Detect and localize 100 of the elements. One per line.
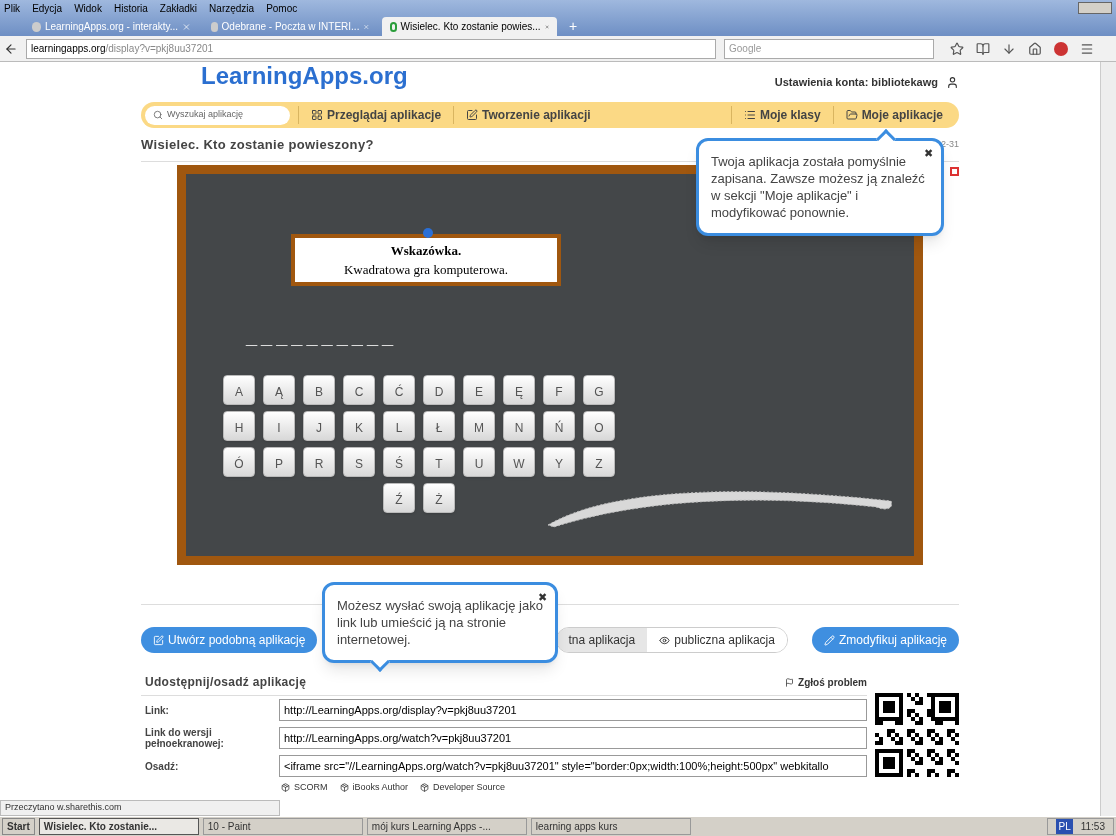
home-icon[interactable]: [1028, 41, 1042, 56]
letter-key[interactable]: S: [343, 447, 375, 477]
letter-key[interactable]: W: [503, 447, 535, 477]
report-link[interactable]: Zgłoś problem: [785, 674, 867, 690]
letter-key[interactable]: M: [463, 411, 495, 441]
taskbar-item[interactable]: Wisielec. Kto zostanie...: [38, 818, 199, 835]
create-similar-button[interactable]: Utwórz podobną aplikację: [141, 627, 318, 653]
letter-key[interactable]: E: [463, 375, 495, 405]
menu-item[interactable]: Edycja: [32, 0, 63, 16]
clock: 11:53: [1080, 820, 1105, 834]
letter-key[interactable]: P: [263, 447, 295, 477]
letter-key[interactable]: Ń: [543, 411, 575, 441]
share-heading: Udostępnij/osadź aplikację: [145, 674, 307, 691]
bookmark-star-icon[interactable]: [950, 41, 964, 56]
favicon-icon: [390, 21, 397, 32]
letter-key[interactable]: D: [423, 375, 455, 405]
letter-key[interactable]: L: [383, 411, 415, 441]
tab-title: Wisielec. Kto zostanie powies...: [400, 20, 541, 34]
letter-key[interactable]: O: [583, 411, 615, 441]
export-link[interactable]: Developer Source: [420, 781, 506, 795]
list-icon: [743, 109, 756, 121]
export-link[interactable]: SCORM: [281, 781, 328, 795]
letter-key[interactable]: C: [343, 375, 375, 405]
letter-key[interactable]: Ż: [423, 483, 455, 513]
letter-key[interactable]: T: [423, 447, 455, 477]
menu-icon[interactable]: [1080, 41, 1094, 56]
letter-key[interactable]: Y: [543, 447, 575, 477]
letter-key[interactable]: H: [223, 411, 255, 441]
menu-item[interactable]: Plik: [4, 0, 21, 16]
tab-title: Odebrane - Poczta w INTERI...: [221, 20, 360, 34]
word-blanks: __________: [246, 326, 398, 346]
hint-text: Kwadratowa gra komputerowa.: [343, 261, 509, 279]
search-field[interactable]: Wyszukaj aplikację: [145, 105, 290, 125]
menu-item[interactable]: Zakładki: [159, 0, 198, 16]
language-indicator[interactable]: PL: [1056, 819, 1073, 834]
start-button[interactable]: Start: [2, 818, 35, 835]
flag-icon: [785, 677, 795, 687]
nav-link[interactable]: Tworzenie aplikacji: [453, 106, 603, 124]
nav-link[interactable]: Przeglądaj aplikacje: [298, 106, 454, 124]
export-link[interactable]: iBooks Author: [339, 781, 409, 795]
letter-key[interactable]: Ł: [423, 411, 455, 441]
menu-item[interactable]: Pomoc: [266, 0, 298, 16]
window-controls-icon[interactable]: [1078, 2, 1112, 14]
nav-link[interactable]: Moje klasy: [730, 106, 833, 124]
letter-key[interactable]: Ź: [383, 483, 415, 513]
letter-key[interactable]: A: [223, 375, 255, 405]
hint-title: Wskazówka.: [390, 241, 462, 260]
address-field[interactable]: learningapps.org/display?v=pkj8uu37201: [26, 38, 716, 59]
pin-icon: [423, 228, 433, 238]
letter-key[interactable]: Ś: [383, 447, 415, 477]
field-label: Link do wersji pełnoekranowej:: [144, 727, 225, 749]
menu-item[interactable]: Widok: [74, 0, 102, 16]
letter-key[interactable]: U: [463, 447, 495, 477]
nav-link[interactable]: Moje aplikacje: [832, 106, 955, 124]
download-icon[interactable]: [1002, 41, 1016, 56]
site-logo[interactable]: LearningApps.org: [201, 64, 408, 88]
tab-title: LearningApps.org - interakty...: [44, 20, 179, 34]
letter-key[interactable]: G: [583, 375, 615, 405]
back-icon[interactable]: [4, 41, 18, 56]
status-text: Przeczytano w.sharethis.com: [5, 801, 122, 815]
package-icon: [420, 783, 430, 793]
taskbar-item[interactable]: mój kurs Learning Apps -...: [366, 818, 527, 835]
letter-key[interactable]: Ę: [503, 375, 535, 405]
edit-icon: [153, 634, 164, 646]
account-settings-link[interactable]: Ustawienia konta: bibliotekawg: [774, 74, 938, 91]
favicon-icon: [32, 21, 41, 32]
letter-key[interactable]: Ą: [263, 375, 295, 405]
letter-key[interactable]: K: [343, 411, 375, 441]
package-icon: [281, 783, 290, 793]
menu-item[interactable]: Historia: [113, 0, 148, 16]
browser-tab[interactable]: Wisielec. Kto zostanie powies...: [382, 17, 557, 36]
letter-key[interactable]: J: [303, 411, 335, 441]
package-icon: [339, 783, 349, 793]
modify-button[interactable]: Zmodyfikuj aplikację: [811, 627, 959, 653]
fullscreen-icon[interactable]: [950, 167, 959, 176]
scrollbar[interactable]: [1100, 62, 1116, 816]
letter-key[interactable]: N: [503, 411, 535, 441]
field-label: Link:: [144, 704, 170, 716]
reading-list-icon[interactable]: [976, 41, 990, 56]
link-field[interactable]: http://LearningApps.org/watch?v=pkj8uu37201: [279, 727, 867, 749]
grid-icon: [311, 109, 323, 121]
folder-icon: [845, 109, 858, 121]
letter-key[interactable]: Z: [583, 447, 615, 477]
letter-key[interactable]: I: [263, 411, 295, 441]
visibility-toggle[interactable]: tna aplikacja: [556, 628, 648, 652]
letter-key[interactable]: R: [303, 447, 335, 477]
letter-key[interactable]: B: [303, 375, 335, 405]
letter-key[interactable]: Ó: [223, 447, 255, 477]
taskbar-item[interactable]: 10 - Paint: [202, 818, 363, 835]
adblock-icon[interactable]: [1054, 41, 1068, 56]
tooltip-text: Twoja aplikacja została pomyślnie zapisana. Zawsze możesz ją znaleźć w sekcji "Moje aplikacje" i modyfikować ponownie.: [711, 154, 925, 220]
close-icon[interactable]: ✖: [924, 145, 933, 162]
field-label: Osadź:: [144, 760, 180, 772]
letter-key[interactable]: F: [543, 375, 575, 405]
app-title: Wisielec. Kto zostanie powieszony?: [141, 135, 374, 154]
letter-key[interactable]: Ć: [383, 375, 415, 405]
link-field[interactable]: <iframe src="//LearningApps.org/watch?v=pkj8uu37201" style="border:0px;width:100%;height:500px" webkitallo: [279, 755, 867, 777]
link-field[interactable]: http://LearningApps.org/display?v=pkj8uu37201: [279, 699, 867, 721]
taskbar-item[interactable]: learning apps kurs: [530, 818, 691, 835]
menu-item[interactable]: Narzędzia: [209, 0, 255, 16]
